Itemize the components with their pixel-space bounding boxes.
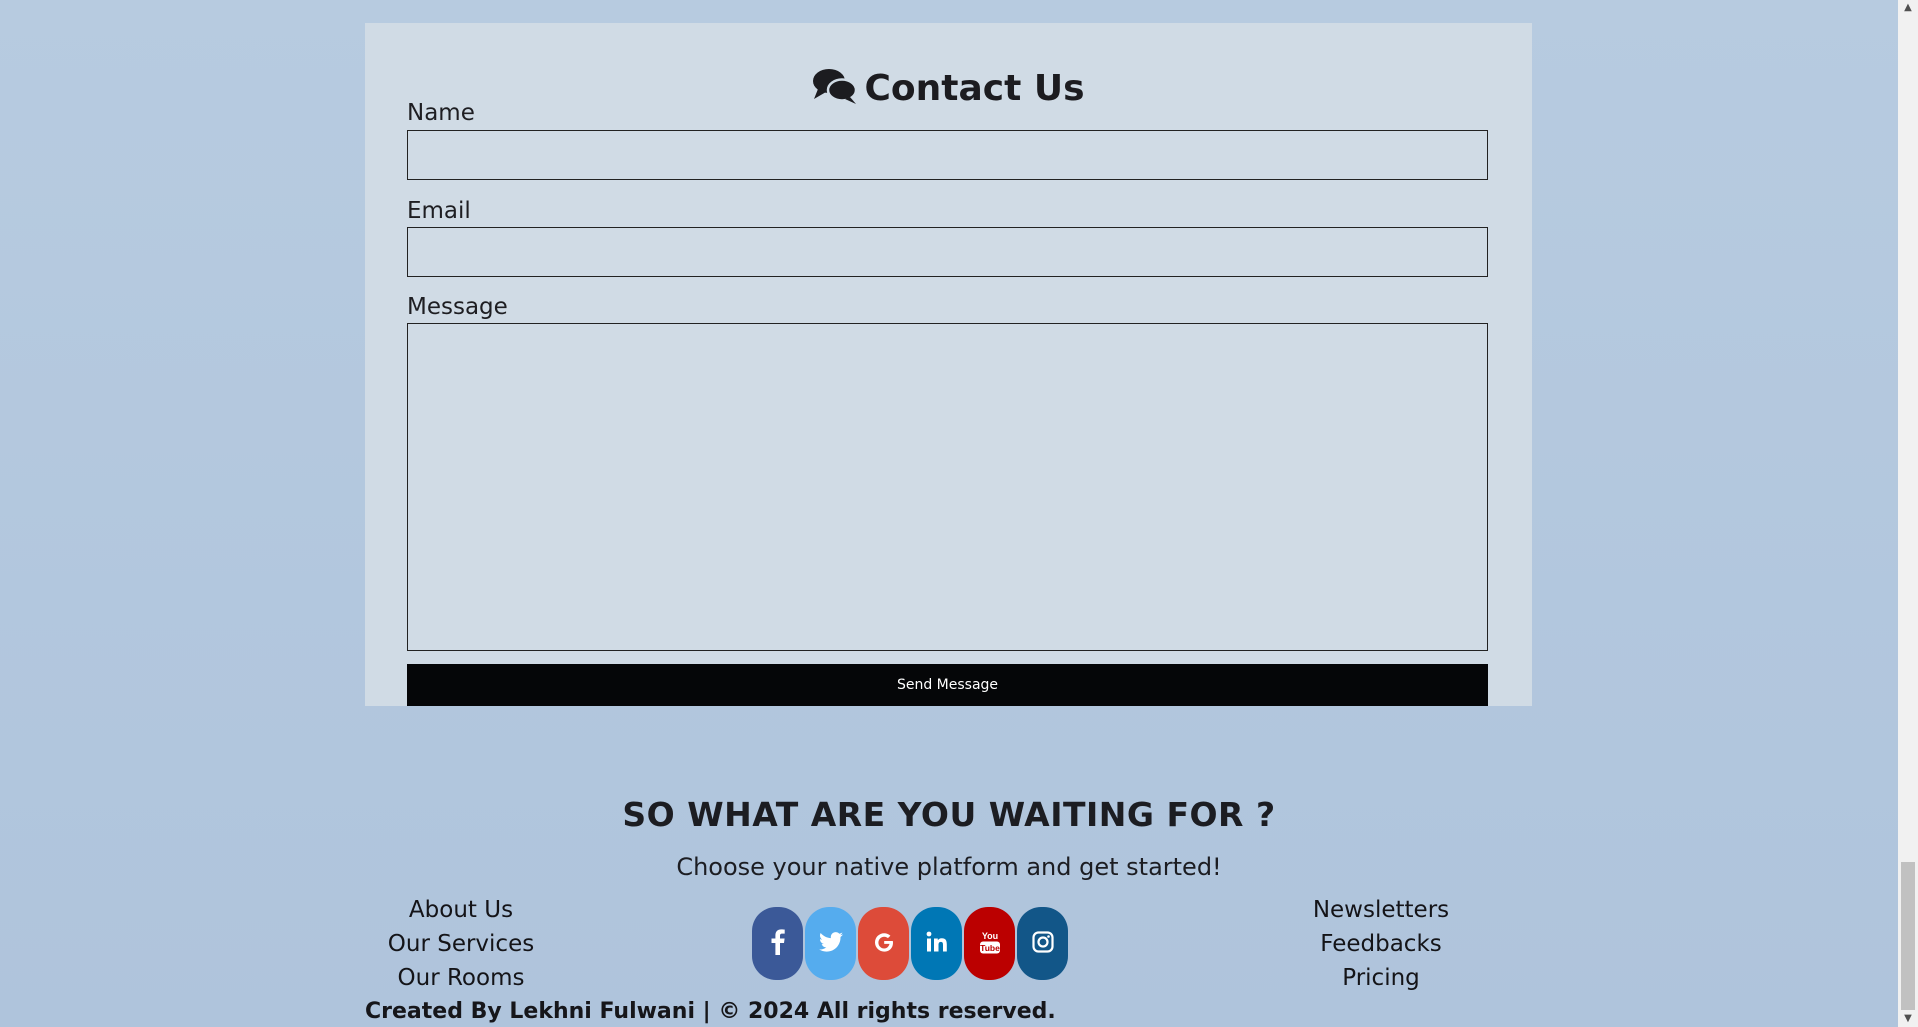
scroll-down-arrow-icon[interactable]: ▼ — [1898, 1011, 1918, 1027]
about-us-link[interactable]: About Us — [361, 893, 561, 927]
message-label: Message — [407, 294, 508, 320]
footer-links-left: About Us Our Services Our Rooms — [361, 893, 561, 995]
feedbacks-link[interactable]: Feedbacks — [1281, 927, 1481, 961]
message-field[interactable] — [407, 323, 1488, 651]
twitter-button[interactable] — [805, 907, 856, 980]
our-rooms-link[interactable]: Our Rooms — [361, 961, 561, 995]
google-icon — [872, 930, 896, 958]
pricing-link[interactable]: Pricing — [1281, 961, 1481, 995]
contact-title-text: Contact Us — [864, 68, 1085, 109]
footer-subheading: Choose your native platform and get star… — [676, 853, 1222, 881]
our-services-link[interactable]: Our Services — [361, 927, 561, 961]
instagram-icon — [1031, 930, 1054, 957]
name-label: Name — [407, 100, 475, 126]
vertical-scrollbar[interactable]: ▲ ▼ — [1898, 0, 1918, 1027]
youtube-icon: You Tube — [978, 929, 1002, 959]
footer-heading: SO WHAT ARE YOU WAITING FOR ? — [622, 795, 1276, 834]
email-label: Email — [407, 198, 471, 224]
linkedin-button[interactable] — [911, 907, 962, 980]
email-field[interactable] — [407, 227, 1488, 277]
scroll-up-arrow-icon[interactable]: ▲ — [1898, 0, 1918, 16]
name-field[interactable] — [407, 130, 1488, 180]
google-button[interactable] — [858, 907, 909, 980]
comments-icon — [812, 67, 858, 116]
scroll-thumb[interactable] — [1901, 862, 1915, 1010]
svg-text:You: You — [981, 931, 997, 941]
facebook-button[interactable] — [752, 907, 803, 980]
youtube-button[interactable]: You Tube — [964, 907, 1015, 980]
footer-links-right: Newsletters Feedbacks Pricing — [1281, 893, 1481, 995]
svg-text:Tube: Tube — [980, 943, 1000, 953]
contact-title: Contact Us — [365, 67, 1532, 116]
contact-card: Contact Us Name Email Message Send Messa… — [365, 23, 1532, 706]
send-message-button[interactable]: Send Message — [407, 664, 1488, 706]
linkedin-icon — [926, 931, 948, 957]
twitter-icon — [818, 931, 843, 956]
facebook-icon — [770, 928, 786, 959]
instagram-button[interactable] — [1017, 907, 1068, 980]
page: Contact Us Name Email Message Send Messa… — [0, 0, 1898, 1027]
newsletters-link[interactable]: Newsletters — [1281, 893, 1481, 927]
copyright-text: Created By Lekhni Fulwani | © 2024 All r… — [365, 999, 1056, 1024]
